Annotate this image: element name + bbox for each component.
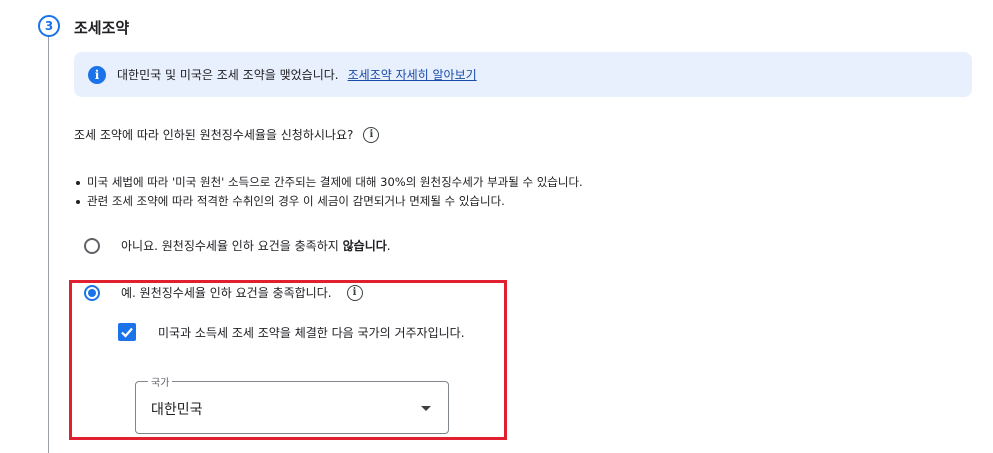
learn-more-link[interactable]: 조세조약 자세히 알아보기 [348, 66, 477, 83]
info-outline-icon[interactable]: i [346, 284, 363, 301]
country-field-label: 국가 [148, 374, 173, 389]
info-banner: i 대한민국 및 미국은 조세 조약을 맺었습니다. 조세조약 자세히 알아보기 [74, 52, 972, 97]
list-item: 미국 세법에 따라 '미국 원천' 소득으로 간주되는 결제에 대해 30%의 … [74, 173, 583, 192]
info-outline-icon[interactable]: i [363, 126, 380, 143]
stepper-rail [48, 36, 49, 453]
option-yes-row[interactable]: 예. 원천징수세율 인하 요건을 충족합니다. i [84, 284, 363, 301]
question-text: 조세 조약에 따라 인하된 원천징수세율을 신청하시나요? [74, 128, 354, 142]
residency-checkbox-row[interactable]: 미국과 소득세 조세 조약을 체결한 다음 국가의 거주자입니다. [118, 323, 465, 341]
radio-yes[interactable] [84, 284, 100, 301]
section-title: 조세조약 [74, 19, 130, 37]
banner-text: 대한민국 및 미국은 조세 조약을 맺었습니다. [117, 68, 339, 82]
list-item: 관련 조세 조약에 따라 적격한 수취인의 경우 이 세금이 감면되거나 면제될… [74, 192, 583, 211]
option-yes-label: 예. 원천징수세율 인하 요건을 충족합니다. [121, 286, 332, 300]
country-select-value: 대한민국 [151, 402, 203, 418]
dropdown-caret-icon[interactable] [421, 406, 431, 411]
step-number-badge: 3 [38, 15, 60, 37]
info-bullet-list: 미국 세법에 따라 '미국 원천' 소득으로 간주되는 결제에 대해 30%의 … [74, 173, 583, 211]
checkmark-icon [121, 327, 133, 338]
treaty-question: 조세 조약에 따라 인하된 원천징수세율을 신청하시나요? i [74, 126, 380, 143]
country-select[interactable]: 국가 대한민국 [135, 374, 449, 434]
radio-no[interactable] [84, 237, 100, 254]
residency-checkbox[interactable] [118, 323, 136, 341]
option-no-label: 아니요. 원천징수세율 인하 요건을 충족하지 않습니다. [121, 239, 391, 253]
option-no-row[interactable]: 아니요. 원천징수세율 인하 요건을 충족하지 않습니다. [84, 237, 391, 254]
residency-checkbox-label: 미국과 소득세 조세 조약을 체결한 다음 국가의 거주자입니다. [158, 325, 465, 340]
info-icon: i [88, 65, 106, 84]
